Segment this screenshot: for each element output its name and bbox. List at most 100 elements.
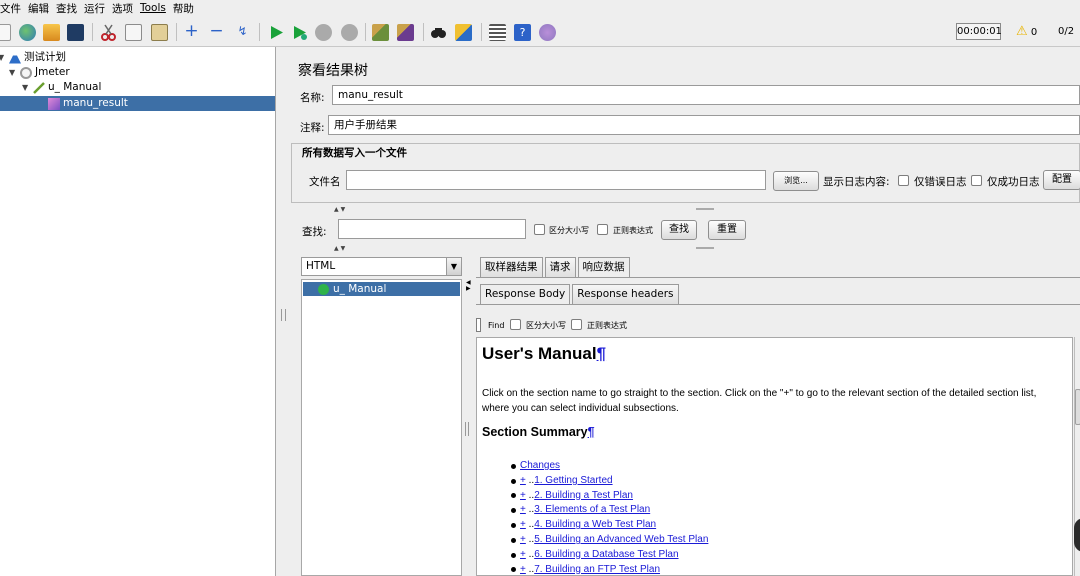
warning-indicator[interactable]: ⚠ 0 [1016, 23, 1037, 41]
tab-sampler-result[interactable]: 取样器结果 [480, 257, 543, 278]
expand-arrow-icon[interactable]: ▼ [0, 50, 6, 65]
menu-help[interactable]: 帮助 [173, 1, 194, 16]
reset-search-icon[interactable] [455, 24, 472, 41]
cut-icon[interactable] [100, 24, 117, 41]
toolbar-separator [423, 23, 424, 41]
clear-icon[interactable] [372, 24, 389, 41]
section-link[interactable]: 4. Building a Web Test Plan [534, 518, 656, 533]
section-link[interactable]: 7. Building an FTP Test Plan [534, 563, 660, 575]
case-sensitive-checkbox[interactable] [534, 224, 545, 235]
expand-link[interactable]: + [520, 489, 526, 504]
thread-count: 0/2 [1058, 26, 1075, 37]
help-icon[interactable]: ? [514, 24, 531, 41]
main-splitter[interactable] [277, 47, 291, 576]
result-tabs: 取样器结果 请求 响应数据 [480, 257, 632, 278]
tree-node-test-plan[interactable]: ▼ 测试计划 [0, 50, 66, 65]
collapse-arrows-icon[interactable]: ▲▼ [334, 206, 347, 213]
name-field[interactable]: manu_result [332, 85, 1080, 105]
toolbar-separator [481, 23, 482, 41]
collapse-arrows-icon[interactable]: ▲▼ [334, 245, 347, 252]
bullet-icon [511, 523, 516, 529]
menu-search[interactable]: 查找 [56, 1, 77, 16]
tab-request[interactable]: 请求 [544, 257, 576, 278]
section-link[interactable]: 3. Elements of a Test Plan [534, 503, 650, 518]
section-link[interactable]: 2. Building a Test Plan [534, 489, 633, 504]
expand-link[interactable]: + [520, 563, 526, 575]
section-anchor-link[interactable]: ¶ [588, 425, 595, 439]
section-divider[interactable]: ▲▼ [291, 206, 1080, 213]
expand-link[interactable]: + [520, 518, 526, 533]
shutdown-icon[interactable] [341, 24, 358, 41]
start-icon[interactable] [268, 24, 285, 41]
menu-tools[interactable]: Tools [140, 2, 166, 14]
tab-response-data[interactable]: 响应数据 [577, 257, 630, 278]
regex-checkbox[interactable] [597, 224, 608, 235]
search-field[interactable] [338, 219, 526, 239]
function-helper-icon[interactable] [489, 24, 506, 41]
open-icon[interactable] [43, 24, 60, 41]
bullet-icon [511, 493, 516, 499]
tree-node-manu-result[interactable]: manu_result [0, 96, 275, 111]
log-content-label: 显示日志内容: [823, 176, 890, 188]
renderer-select[interactable]: HTML ▼ [301, 257, 462, 276]
listener-icon [48, 97, 60, 110]
tree-node-label: manu_result [63, 97, 128, 109]
tab-response-body[interactable]: Response Body [480, 284, 571, 305]
reset-button[interactable]: 重置 [708, 220, 746, 240]
section-link[interactable]: 5. Building an Advanced Web Test Plan [534, 533, 708, 548]
expand-link[interactable]: + [520, 503, 526, 518]
tree-node-jmeter[interactable]: ▼ Jmeter [9, 65, 70, 80]
stop-icon[interactable] [315, 24, 332, 41]
clear-all-icon[interactable] [397, 24, 414, 41]
expand-link[interactable]: + [520, 474, 526, 489]
new-icon[interactable] [0, 24, 11, 41]
remote-icon[interactable] [539, 24, 556, 41]
menu-options[interactable]: 选项 [112, 1, 133, 16]
dropdown-arrow-icon[interactable]: ▼ [446, 258, 461, 275]
section-link[interactable]: Changes [520, 459, 560, 474]
browse-button[interactable]: 浏览... [773, 171, 819, 191]
config-button[interactable]: 配置 [1043, 170, 1080, 190]
search-icon[interactable] [430, 24, 447, 41]
find-case-checkbox[interactable] [510, 319, 521, 330]
menu-edit[interactable]: 编辑 [28, 1, 49, 16]
expand-link[interactable]: + [520, 533, 526, 548]
filename-field[interactable] [346, 170, 766, 190]
section-link[interactable]: 6. Building a Database Test Plan [534, 548, 678, 563]
bullet-icon [511, 508, 516, 514]
warning-icon: ⚠ [1016, 24, 1028, 39]
scroll-thumb[interactable] [1075, 389, 1080, 425]
find-button[interactable]: 查找 [661, 220, 697, 240]
collapse-icon[interactable]: − [208, 23, 225, 41]
floating-assist-button[interactable] [1074, 518, 1080, 552]
expand-arrow-icon[interactable]: ▼ [22, 80, 30, 95]
results-splitter[interactable]: ◀ ▶ [463, 257, 471, 576]
find-regex-checkbox[interactable] [571, 319, 582, 330]
templates-icon[interactable] [19, 24, 36, 41]
body-find-bar: Find 区分大小写 正则表达式 [476, 312, 1080, 334]
start-no-pause-icon[interactable] [291, 24, 308, 41]
section-link[interactable]: 1. Getting Started [534, 474, 612, 489]
expand-icon[interactable]: + [183, 23, 200, 41]
menu-run[interactable]: 运行 [84, 1, 105, 16]
comment-field[interactable]: 用户手册结果 [328, 115, 1080, 135]
comment-label: 注释: [300, 122, 325, 134]
success-only-checkbox[interactable] [971, 175, 982, 186]
section-summary-heading: Section Summary¶ [482, 425, 595, 439]
find-field-edge[interactable] [476, 318, 481, 332]
toggle-icon[interactable]: ↯ [234, 24, 251, 41]
tab-response-headers[interactable]: Response headers [572, 284, 679, 305]
bullet-icon [511, 537, 516, 543]
expand-link[interactable]: + [520, 548, 526, 563]
result-item[interactable]: u_ Manual [303, 282, 460, 296]
menu-file[interactable]: 文件 [0, 1, 21, 16]
errors-only-checkbox[interactable] [898, 175, 909, 186]
section-divider[interactable]: ▲▼ [291, 245, 1080, 252]
tree-node-u-manual[interactable]: ▼ u_ Manual [22, 80, 101, 95]
sampler-icon [33, 81, 45, 94]
title-anchor-link[interactable]: ¶ [597, 344, 606, 363]
expand-arrow-icon[interactable]: ▼ [9, 65, 17, 80]
paste-icon[interactable] [151, 24, 168, 41]
save-icon[interactable] [67, 24, 84, 41]
copy-icon[interactable] [125, 24, 142, 41]
